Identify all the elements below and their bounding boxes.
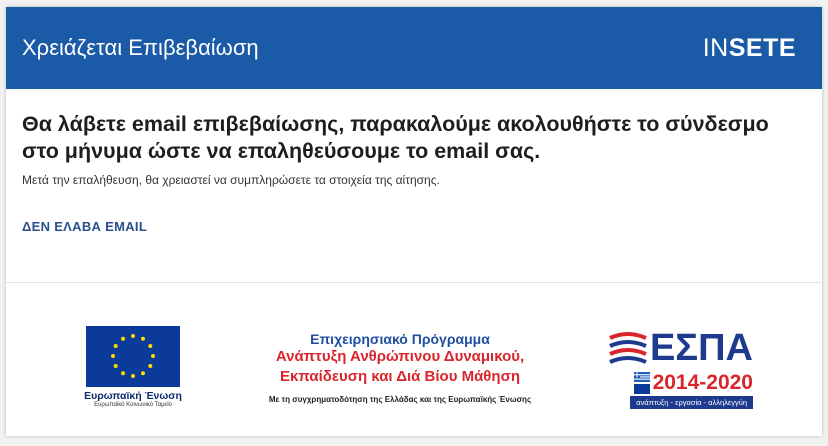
cofunding-note: Με τη συγχρηματοδότηση της Ελλάδας και τ…	[268, 394, 532, 404]
insete-logo[interactable]: INSETE	[703, 34, 796, 63]
header-bar: Χρειάζεται Επιβεβαίωση INSETE	[6, 7, 822, 89]
program-title: Επιχειρησιακό Πρόγραμμα	[310, 330, 490, 347]
espa-logo: ΕΣΠΑ 2014-2020 ανάπτυξη - εργασία - αλλη…	[607, 326, 753, 409]
eu-name: Ευρωπαϊκή Ένωση	[84, 390, 182, 402]
program-line-2: Εκπαίδευση και Διά Βίου Μάθηση	[279, 367, 521, 385]
logo-suffix: SETE	[728, 33, 796, 62]
funding-banner: Ευρωπαϊκή Ένωση Ευρωπαϊκό Κοινωνικό Ταμε…	[73, 320, 753, 414]
espa-word: ΕΣΠΑ	[649, 326, 753, 369]
espa-bottom: 2014-2020	[633, 370, 753, 395]
eu-mini-flag-icon	[633, 383, 650, 394]
headline: Θα λάβετε email επιβεβαίωσης, παρακαλούμ…	[22, 112, 769, 163]
resend-email-link[interactable]: ΔΕΝ ΕΛΑΒΑ EMAIL	[22, 219, 147, 234]
espa-top: ΕΣΠΑ	[606, 326, 753, 370]
flags	[633, 371, 650, 395]
espa-slogan: ανάπτυξη - εργασία - αλληλεγγύη	[630, 395, 753, 409]
subtext: Μετά την επαλήθευση, θα χρειαστεί να συμ…	[22, 173, 440, 187]
espa-years: 2014-2020	[652, 370, 753, 394]
logo-prefix: IN	[702, 33, 729, 62]
divider	[6, 282, 822, 283]
page-title: Χρειάζεται Επιβεβαίωση	[22, 35, 259, 60]
message-body: Θα λάβετε email επιβεβαίωσης, παρακαλούμ…	[6, 89, 822, 236]
eu-fund: Ευρωπαϊκό Κοινωνικό Ταμείο	[94, 402, 172, 408]
greek-flag-icon	[633, 371, 650, 382]
eu-flag-icon	[86, 326, 180, 387]
program-line-1: Ανάπτυξη Ανθρώπινου Δυναμικού,	[275, 347, 525, 365]
program-text: Επιχειρησιακό Πρόγραμμα Ανάπτυξη Ανθρώπι…	[193, 331, 607, 404]
confirmation-card: Χρειάζεται Επιβεβαίωση INSETE Θα λάβετε …	[6, 7, 822, 436]
eu-logo: Ευρωπαϊκή Ένωση Ευρωπαϊκό Κοινωνικό Ταμε…	[73, 326, 193, 408]
espa-stripes-icon	[609, 331, 647, 364]
